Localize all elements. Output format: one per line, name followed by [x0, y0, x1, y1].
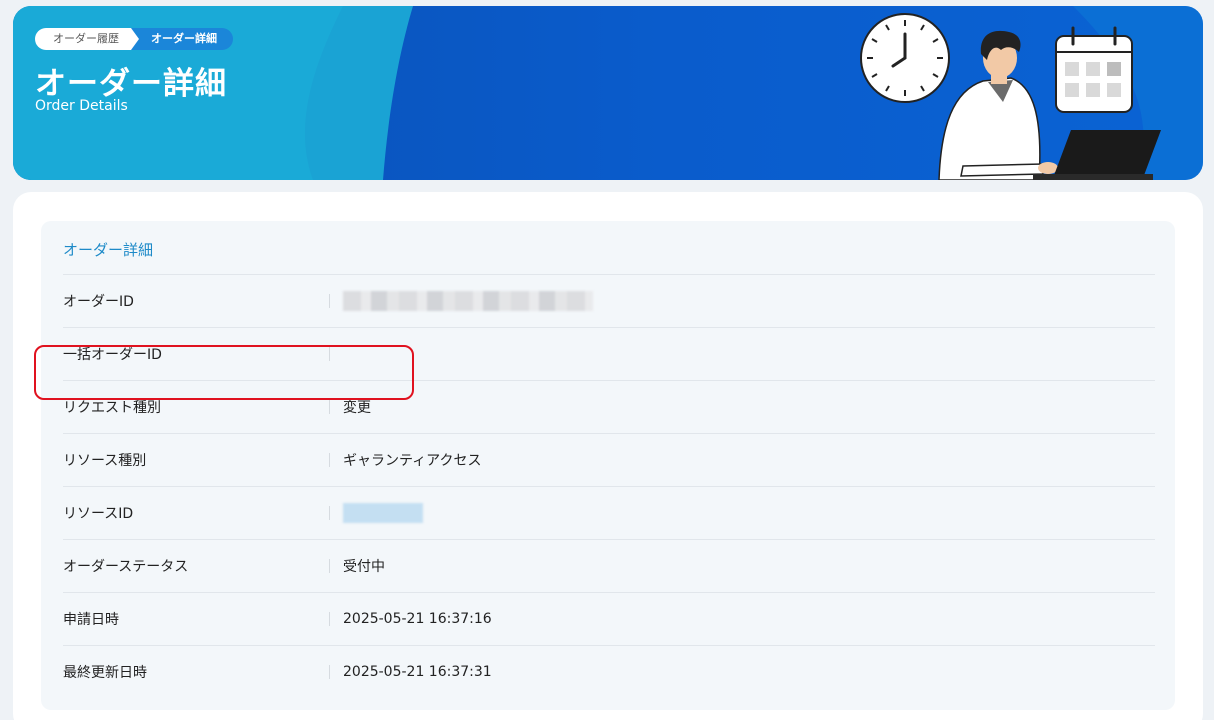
row-value: 2025-05-21 16:37:31 — [343, 664, 492, 680]
breadcrumb-order-history[interactable]: オーダー履歴 — [35, 28, 139, 50]
row-label: リソース種別 — [63, 453, 147, 469]
details-card: オーダー詳細 オーダーID 一括オーダーID リクエスト種別 変更 リソース種別… — [13, 192, 1203, 720]
row-value: ギャランティアクセス — [343, 453, 482, 469]
row-request-type: リクエスト種別 変更 — [63, 380, 1155, 433]
section-title: オーダー詳細 — [63, 241, 154, 259]
row-order-id: オーダーID — [63, 274, 1155, 327]
order-details-panel: オーダー詳細 オーダーID 一括オーダーID リクエスト種別 変更 リソース種別… — [41, 221, 1175, 710]
row-resource-id: リソースID — [63, 486, 1155, 539]
page-subtitle: Order Details — [35, 98, 128, 114]
hero-illustration — [860, 13, 1161, 180]
row-requested-at: 申請日時 2025-05-21 16:37:16 — [63, 592, 1155, 645]
redacted-resource-id[interactable] — [343, 503, 423, 523]
row-label: リソースID — [63, 506, 134, 522]
row-label: オーダーステータス — [63, 559, 189, 575]
row-label: 申請日時 — [63, 612, 119, 628]
hero-banner: オーダー履歴 オーダー詳細 オーダー詳細 Order Details — [13, 6, 1203, 180]
redacted-order-id — [343, 291, 593, 311]
row-value — [330, 503, 423, 523]
row-value: 変更 — [343, 400, 371, 416]
calendar-icon — [1055, 26, 1133, 113]
row-label: オーダーID — [63, 294, 134, 310]
breadcrumb: オーダー履歴 オーダー詳細 — [35, 28, 233, 50]
row-label: 一括オーダーID — [63, 347, 162, 363]
row-label: リクエスト種別 — [63, 400, 161, 416]
row-value — [330, 291, 593, 311]
clock-icon — [860, 13, 950, 103]
details-list: オーダーID 一括オーダーID リクエスト種別 変更 リソース種別 ギャランティ… — [63, 274, 1155, 698]
row-resource-type: リソース種別 ギャランティアクセス — [63, 433, 1155, 486]
row-bulk-order-id: 一括オーダーID — [63, 327, 1155, 380]
breadcrumb-order-details: オーダー詳細 — [131, 28, 233, 50]
row-order-status: オーダーステータス 受付中 — [63, 539, 1155, 592]
row-value: 2025-05-21 16:37:16 — [343, 611, 492, 627]
person-illustration — [938, 30, 1058, 180]
page-title: オーダー詳細 — [35, 66, 227, 102]
row-divider — [329, 347, 330, 361]
row-label: 最終更新日時 — [63, 665, 147, 681]
status-badge: 受付中 — [343, 559, 385, 575]
row-updated-at: 最終更新日時 2025-05-21 16:37:31 — [63, 645, 1155, 698]
